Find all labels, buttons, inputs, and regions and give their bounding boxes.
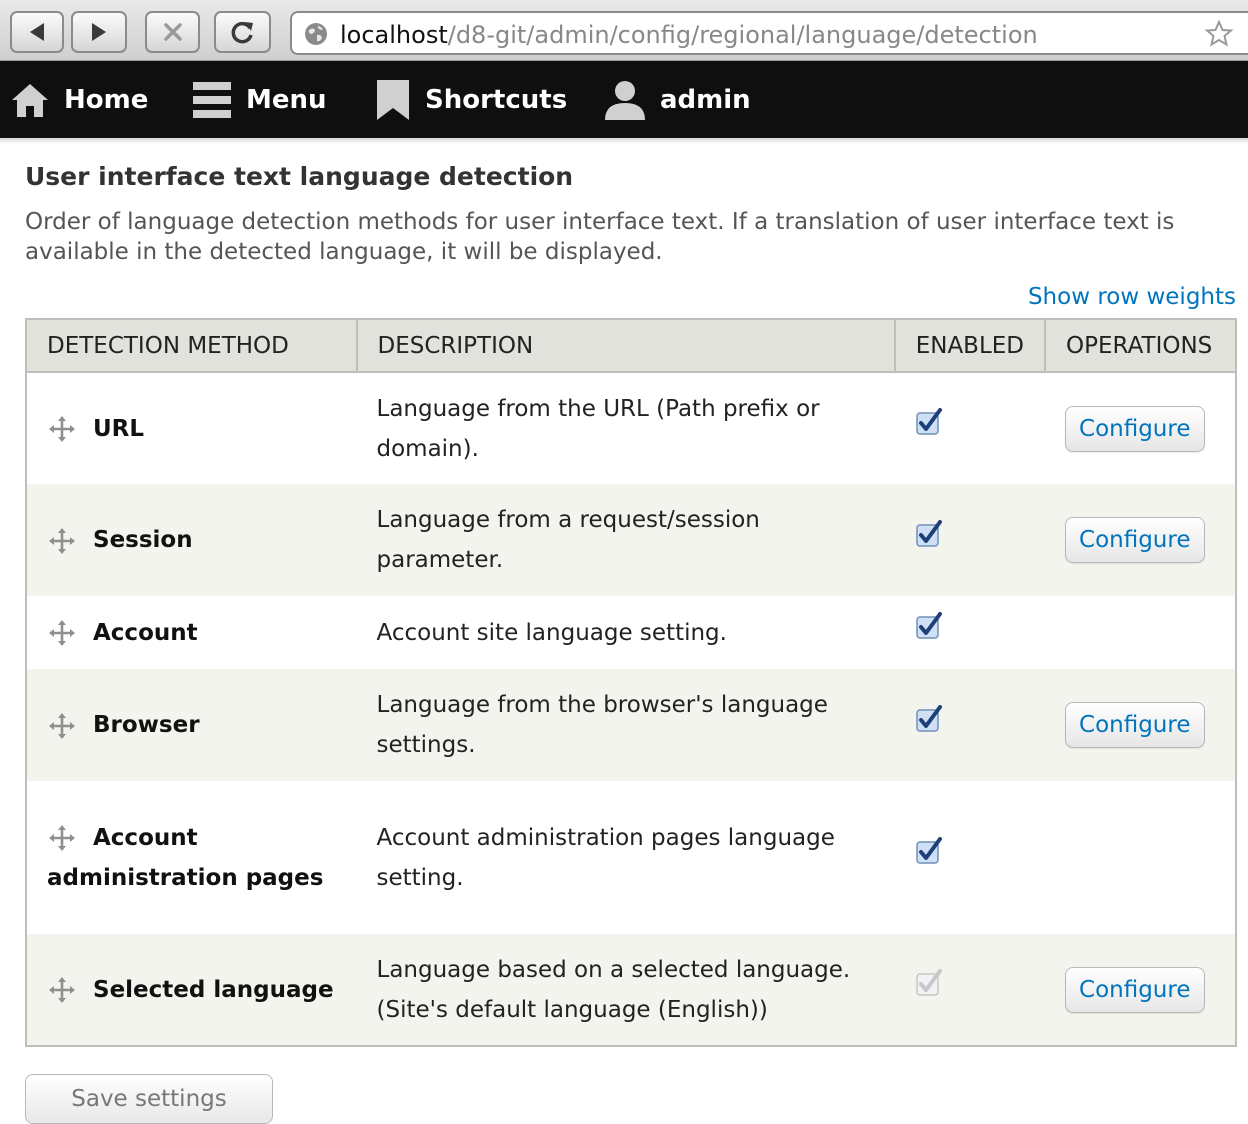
forward-arrow-icon <box>92 23 106 41</box>
toolbar-home-label: Home <box>64 84 149 115</box>
method-name: URL <box>93 415 145 442</box>
toolbar-shortcuts[interactable]: Shortcuts <box>375 61 567 138</box>
toolbar-shadow <box>0 138 1248 144</box>
drag-handle-icon[interactable] <box>47 618 77 648</box>
header-description: Description <box>356 319 896 373</box>
url-path: /d8-git/admin/config/regional/language/d… <box>447 21 1038 49</box>
enabled-cell <box>894 484 1046 596</box>
configure-button[interactable]: Configure <box>1065 702 1205 748</box>
menu-icon <box>193 81 231 118</box>
drag-handle-icon[interactable] <box>47 823 77 853</box>
detection-methods-table: Detection method Description Enabled Ope… <box>25 318 1237 1047</box>
configure-button[interactable]: Configure <box>1065 966 1205 1013</box>
method-cell: URL <box>26 372 357 484</box>
back-arrow-icon <box>30 23 44 41</box>
method-name: Session <box>93 527 193 553</box>
header-operations: Operations <box>1045 319 1236 373</box>
table-row: URL Language from the URL (Path prefix or… <box>26 372 1236 484</box>
method-cell: Session <box>26 484 357 596</box>
method-cell: Account administration pages <box>26 781 357 934</box>
reload-icon <box>231 21 253 44</box>
method-cell: Selected language <box>26 934 357 1046</box>
method-cell: Browser <box>26 669 357 781</box>
enabled-checkbox[interactable] <box>915 704 943 746</box>
table-row: Browser Language from the browser's langu… <box>26 669 1236 781</box>
toolbar-shortcuts-label: Shortcuts <box>425 84 568 115</box>
description-cell: Language from a request/session paramete… <box>356 484 895 596</box>
enabled-cell <box>894 934 1046 1046</box>
forward-button[interactable] <box>71 11 127 53</box>
drag-handle-icon[interactable] <box>47 975 77 1005</box>
operations-cell: Configure <box>1045 934 1236 1046</box>
url-text: localhost/d8-git/admin/config/regional/l… <box>340 21 1038 49</box>
enabled-checkbox[interactable] <box>915 408 943 449</box>
description-cell: Language from the URL (Path prefix or do… <box>356 372 895 484</box>
operations-cell <box>1045 781 1236 934</box>
toolbar-user-label: admin <box>660 84 751 115</box>
enabled-checkbox[interactable] <box>915 837 943 878</box>
configure-button[interactable]: Configure <box>1065 517 1205 563</box>
enabled-cell <box>894 669 1046 781</box>
operations-cell: Configure <box>1045 669 1236 781</box>
toolbar-menu[interactable]: Menu <box>192 61 327 138</box>
table-row: Selected language Language based on a sel… <box>26 934 1236 1046</box>
bookmark-icon <box>377 79 409 120</box>
back-button[interactable] <box>10 11 64 53</box>
table-row: Account administration pages Account admi… <box>26 781 1236 934</box>
show-row-weights-link[interactable]: Show row weights <box>1028 284 1236 310</box>
drag-handle-icon[interactable] <box>47 526 77 556</box>
operations-cell: Configure <box>1045 484 1236 596</box>
operations-cell <box>1045 596 1236 669</box>
method-name: Selected language <box>93 976 334 1003</box>
page-description: Order of language detection methods for … <box>25 209 1175 265</box>
method-name: Account administration pages <box>47 824 324 891</box>
address-bar[interactable]: localhost/d8-git/admin/config/regional/l… <box>290 11 1248 55</box>
header-detection-method: Detection method <box>26 319 358 373</box>
enabled-checkbox <box>915 969 943 1010</box>
user-icon <box>605 80 645 120</box>
drag-handle-icon[interactable] <box>47 711 77 741</box>
toolbar-menu-label: Menu <box>246 84 327 115</box>
save-settings-button[interactable]: Save settings <box>25 1074 273 1124</box>
table-header-row: Detection method Description Enabled Ope… <box>26 319 1236 373</box>
enabled-checkbox[interactable] <box>915 612 943 653</box>
description-cell: Account administration pages language se… <box>356 781 895 934</box>
reload-button[interactable] <box>214 11 271 53</box>
enabled-cell <box>894 596 1046 669</box>
toolbar-home[interactable]: Home <box>10 61 148 138</box>
enabled-cell <box>894 372 1046 484</box>
globe-icon <box>305 23 327 45</box>
bookmark-star-icon[interactable] <box>1204 19 1234 49</box>
enabled-checkbox[interactable] <box>915 519 943 561</box>
header-enabled: Enabled <box>894 319 1047 373</box>
method-name: Browser <box>93 712 200 738</box>
description-cell: Language from the browser's language set… <box>356 669 895 781</box>
method-cell: Account <box>26 596 357 669</box>
table-row: Account Account site language setting. <box>26 596 1236 669</box>
admin-toolbar: Home Menu Shortcuts admin <box>0 61 1248 138</box>
drag-handle-icon[interactable] <box>47 414 77 444</box>
description-cell: Language based on a selected language. (… <box>356 934 895 1046</box>
operations-cell: Configure <box>1045 372 1236 484</box>
description-cell: Account site language setting. <box>356 596 895 669</box>
stop-button[interactable] <box>145 11 200 53</box>
enabled-cell <box>894 781 1046 934</box>
browser-chrome: localhost/d8-git/admin/config/regional/l… <box>0 0 1248 61</box>
url-host: localhost <box>340 21 448 49</box>
toolbar-user[interactable]: admin <box>604 61 751 138</box>
close-icon <box>163 23 182 41</box>
method-name: Account <box>93 619 198 646</box>
table-row: Session Language from a request/session p… <box>26 484 1236 596</box>
home-icon <box>12 83 48 117</box>
configure-button[interactable]: Configure <box>1065 405 1205 452</box>
page-title: User interface text language detection <box>25 162 574 191</box>
